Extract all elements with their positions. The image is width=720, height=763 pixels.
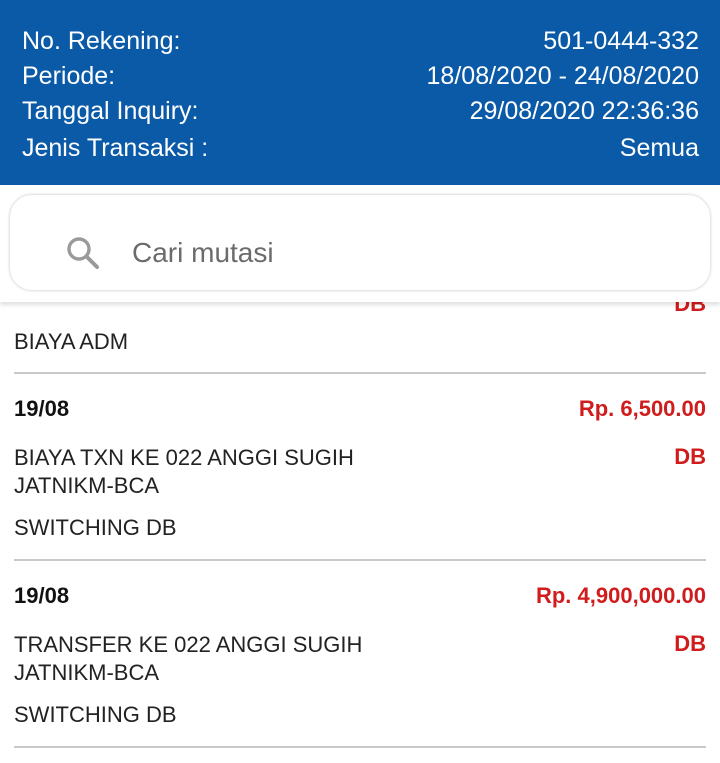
search-bar-container <box>0 185 720 302</box>
transaction-amount: Rp. 4,900,000.00 <box>535 583 706 608</box>
transaction-type-badge: DB <box>674 302 706 316</box>
transaction-description-line3: SWITCHING DB <box>14 702 177 727</box>
account-number-row: No. Rekening: 501-0444-332 <box>22 23 699 59</box>
search-input[interactable] <box>132 233 692 273</box>
divider <box>14 746 706 748</box>
transaction-date: 19/08 <box>14 583 70 608</box>
transaction-type-value: Semua <box>619 133 699 162</box>
divider <box>14 559 706 561</box>
inquiry-date-label: Tanggal Inquiry: <box>22 96 199 125</box>
transaction-description-line1: TRANSFER KE 022 ANGGI SUGIH <box>14 632 363 657</box>
search-icon[interactable] <box>65 235 101 271</box>
transaction-date: 19/08 <box>14 396 70 421</box>
transaction-description-line3: SWITCHING DB <box>14 515 177 540</box>
account-info-header: No. Rekening: 501-0444-332 Periode: 18/0… <box>0 0 720 185</box>
inquiry-date-row: Tanggal Inquiry: 29/08/2020 22:36:36 <box>22 93 699 129</box>
transaction-amount: Rp. 6,500.00 <box>578 396 706 421</box>
account-number-value: 501-0444-332 <box>543 26 699 55</box>
transaction-description-line2: JATNIKM-BCA <box>14 660 160 685</box>
period-label: Periode: <box>22 61 116 90</box>
transaction-type-label: Jenis Transaksi : <box>22 133 209 162</box>
inquiry-date-value: 29/08/2020 22:36:36 <box>469 96 699 125</box>
account-number-label: No. Rekening: <box>22 26 181 55</box>
transaction-description-line1: BIAYA TXN KE 022 ANGGI SUGIH <box>14 445 354 470</box>
transaction-type-row: Jenis Transaksi : Semua <box>22 130 699 166</box>
transaction-list[interactable]: DB BIAYA ADM 19/08 Rp. 6,500.00 BIAYA TX… <box>0 302 720 763</box>
period-row: Periode: 18/08/2020 - 24/08/2020 <box>22 58 699 94</box>
transaction-description-line2: JATNIKM-BCA <box>14 473 160 498</box>
period-value: 18/08/2020 - 24/08/2020 <box>426 61 699 90</box>
divider <box>14 372 706 374</box>
transaction-type-badge: DB <box>674 444 706 469</box>
search-box[interactable] <box>10 195 710 290</box>
transaction-type-badge: DB <box>674 631 706 656</box>
transaction-description: BIAYA ADM <box>14 329 129 354</box>
